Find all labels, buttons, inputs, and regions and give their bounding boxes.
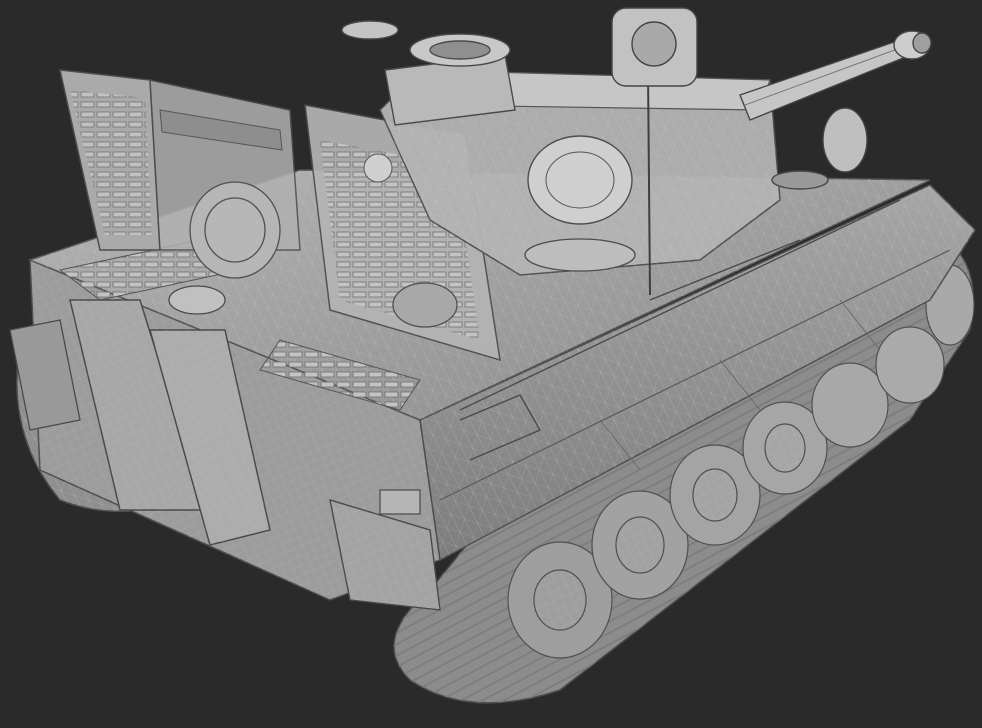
commander-cupola	[341, 20, 516, 126]
main-gun	[739, 30, 932, 121]
tank-wireframe-render	[9, 7, 976, 704]
3d-viewport[interactable]	[0, 0, 982, 728]
